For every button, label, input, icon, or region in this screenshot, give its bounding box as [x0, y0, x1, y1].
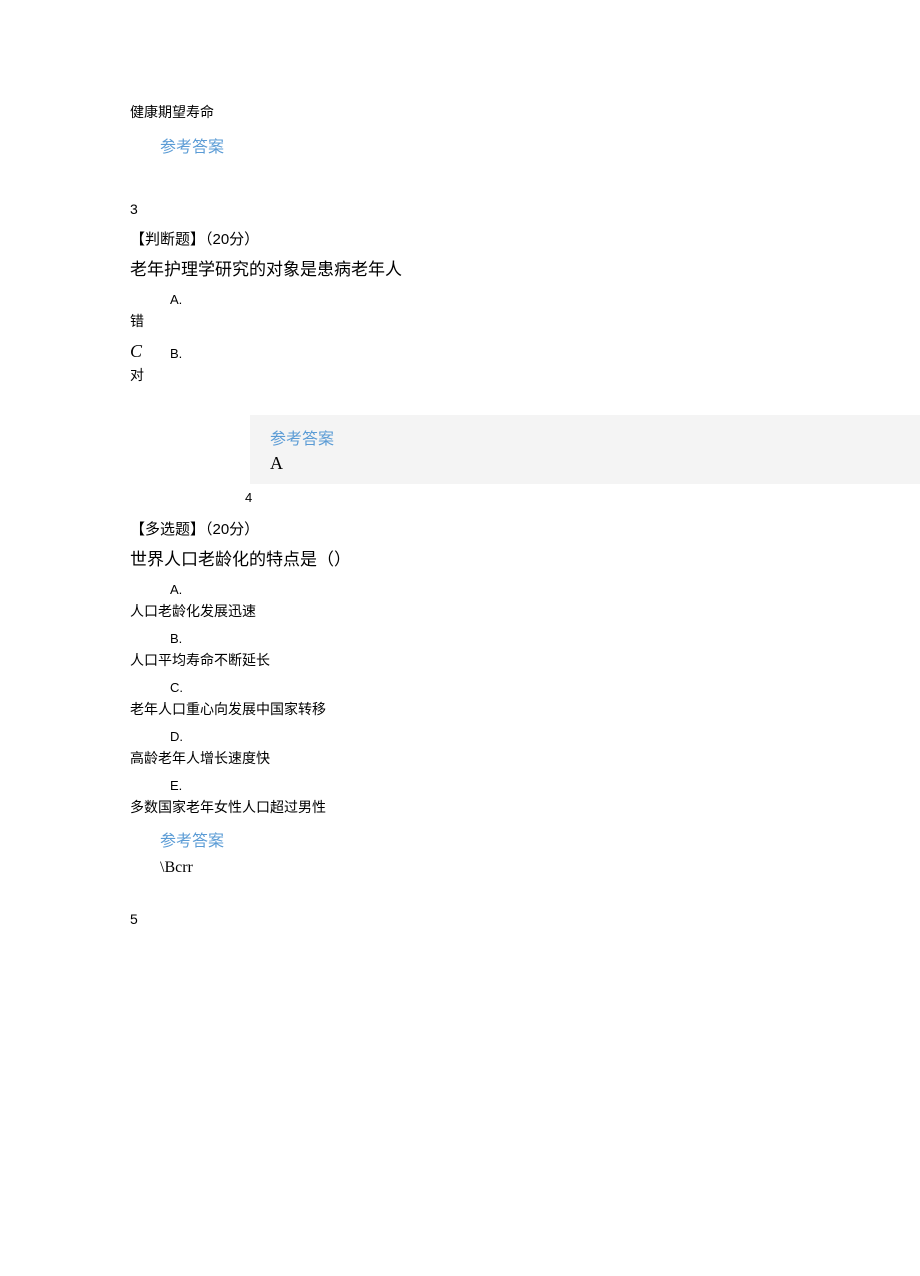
q4-answer-value: \Bcrr	[160, 859, 790, 877]
q3-option-b-letter: B.	[170, 346, 790, 361]
q4-option-b-text: 人口平均寿命不断延长	[130, 650, 790, 670]
q3-number: 3	[130, 197, 790, 222]
q4-option-e-letter: E.	[170, 778, 790, 793]
q3-answer-label: 参考答案	[270, 425, 920, 449]
q4-option-c-letter: C.	[170, 680, 790, 695]
top-fragment-text: 健康期望寿命	[130, 100, 790, 125]
q4-option-d-text: 高龄老年人增长速度快	[130, 748, 790, 768]
q4-option-a-text: 人口老龄化发展迅速	[130, 601, 790, 621]
q4-option-b-letter: B.	[170, 631, 790, 646]
q3-answer-value: A	[270, 453, 920, 474]
q4-option-e-text: 多数国家老年女性人口超过男性	[130, 797, 790, 817]
q3-text: 老年护理学研究的对象是患病老年人	[130, 255, 790, 280]
q4-text: 世界人口老龄化的特点是（）	[130, 545, 790, 570]
q4-option-a-letter: A.	[170, 582, 790, 597]
q4-answer-label: 参考答案	[160, 827, 790, 851]
q4-number: 4	[245, 490, 790, 505]
q3-option-b-text: 对	[130, 365, 790, 385]
q3-option-a-text: 错	[130, 311, 790, 331]
q3-answer-block: 参考答案 A 4	[130, 415, 790, 505]
q3-answer-box: 参考答案 A	[250, 415, 920, 484]
q3-option-a-letter: A.	[170, 292, 790, 307]
q4-type: 【多选题】（20分）	[130, 518, 790, 539]
q4-option-d-letter: D.	[170, 729, 790, 744]
answer-label: 参考答案	[160, 133, 790, 157]
q5-number: 5	[130, 907, 790, 932]
q3-type: 【判断题】（20分）	[130, 228, 790, 249]
page: 健康期望寿命 参考答案 3 【判断题】（20分） 老年护理学研究的对象是患病老年…	[0, 0, 920, 973]
q4-option-c-text: 老年人口重心向发展中国家转移	[130, 699, 790, 719]
